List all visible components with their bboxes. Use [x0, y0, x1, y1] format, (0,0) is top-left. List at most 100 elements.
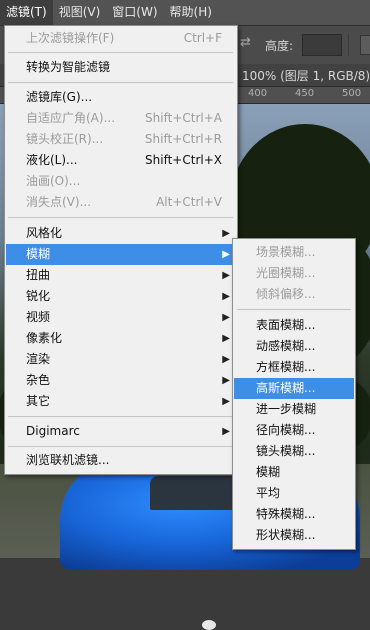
- submenu-item-field-blur: 场景模糊...: [234, 242, 354, 263]
- submenu-arrow-icon: ▶: [222, 312, 230, 323]
- submenu-arrow-icon: ▶: [222, 270, 230, 281]
- menu-item-label: 扭曲: [26, 268, 51, 282]
- menu-item-label: 进一步模糊: [256, 402, 317, 416]
- shortcut-text: Shift+Ctrl+X: [145, 153, 222, 167]
- submenu-item-tilt-shift: 倾斜偏移...: [234, 284, 354, 305]
- shortcut-text: Ctrl+F: [183, 31, 222, 45]
- menu-item-label: 特殊模糊...: [256, 507, 316, 521]
- menu-view[interactable]: 视图(V): [53, 0, 107, 25]
- menu-item-label: 渲染: [26, 352, 51, 366]
- menu-item-label: 倾斜偏移...: [256, 287, 316, 301]
- height-label: 高度:: [265, 39, 294, 53]
- menu-item-label: Digimarc: [26, 424, 80, 438]
- submenu-arrow-icon: ▶: [222, 375, 230, 386]
- shortcut-text: Shift+Ctrl+R: [144, 132, 222, 146]
- submenu-arrow-icon: ▶: [222, 426, 230, 437]
- menu-item-blur[interactable]: 模糊 ▶: [6, 244, 236, 265]
- submenu-item-motion-blur[interactable]: 动感模糊...: [234, 336, 354, 357]
- menu-divider: [8, 82, 233, 83]
- menu-item-other[interactable]: 其它 ▶: [6, 391, 236, 412]
- shortcut-text: Alt+Ctrl+V: [156, 195, 222, 209]
- submenu-item-shape-blur[interactable]: 形状模糊...: [234, 525, 354, 546]
- menu-item-label: 锐化: [26, 289, 51, 303]
- menu-item-lens-correction: 镜头校正(R)... Shift+Ctrl+R: [6, 129, 236, 150]
- menu-item-browse-online-filters[interactable]: 浏览联机滤镜...: [6, 450, 236, 471]
- menu-item-label: 自适应广角(A)...: [26, 111, 116, 125]
- shortcut-text: Shift+Ctrl+A: [145, 111, 222, 125]
- menu-item-adaptive-wide-angle: 自适应广角(A)... Shift+Ctrl+A: [6, 108, 236, 129]
- menu-item-last-filter: 上次滤镜操作(F) Ctrl+F: [6, 28, 236, 49]
- submenu-item-iris-blur: 光圈模糊...: [234, 263, 354, 284]
- menu-item-digimarc[interactable]: Digimarc ▶: [6, 421, 236, 442]
- menu-item-label: 液化(L)...: [26, 153, 78, 167]
- menu-item-label: 形状模糊...: [256, 528, 316, 542]
- menu-item-label: 镜头模糊...: [256, 444, 316, 458]
- menu-item-label: 风格化: [26, 226, 63, 240]
- menu-item-noise[interactable]: 杂色 ▶: [6, 370, 236, 391]
- options-divider: [348, 34, 349, 56]
- menu-item-label: 表面模糊...: [256, 318, 316, 332]
- menu-item-label: 转换为智能滤镜: [26, 60, 111, 74]
- menu-divider: [8, 217, 233, 218]
- submenu-item-box-blur[interactable]: 方框模糊...: [234, 357, 354, 378]
- submenu-item-average[interactable]: 平均: [234, 483, 354, 504]
- ruler-number: 400: [248, 88, 268, 99]
- menu-item-label: 方框模糊...: [256, 360, 316, 374]
- height-input[interactable]: [302, 34, 342, 56]
- submenu-arrow-icon: ▶: [222, 396, 230, 407]
- menu-item-label: 杂色: [26, 373, 51, 387]
- menu-divider: [237, 309, 351, 310]
- submenu-item-blur[interactable]: 模糊: [234, 462, 354, 483]
- menu-item-label: 径向模糊...: [256, 423, 316, 437]
- submenu-arrow-icon: ▶: [222, 228, 230, 239]
- car-logo-icon: [202, 620, 216, 630]
- menu-item-render[interactable]: 渲染 ▶: [6, 349, 236, 370]
- ruler-number: 450: [295, 88, 315, 99]
- submenu-arrow-icon: ▶: [222, 249, 230, 260]
- menu-item-label: 其它: [26, 394, 51, 408]
- menu-item-sharpen[interactable]: 锐化 ▶: [6, 286, 236, 307]
- blur-submenu: 场景模糊... 光圈模糊... 倾斜偏移... 表面模糊... 动感模糊... …: [232, 238, 356, 550]
- submenu-item-gaussian-blur[interactable]: 高斯模糊...: [234, 378, 354, 399]
- submenu-item-smart-blur[interactable]: 特殊模糊...: [234, 504, 354, 525]
- menu-item-stylize[interactable]: 风格化 ▶: [6, 223, 236, 244]
- menu-item-pixelate[interactable]: 像素化 ▶: [6, 328, 236, 349]
- menu-item-label: 油画(O)...: [26, 174, 81, 188]
- options-button[interactable]: [360, 35, 370, 55]
- menu-item-label: 像素化: [26, 331, 63, 345]
- ruler-number: 500: [342, 88, 362, 99]
- submenu-item-surface-blur[interactable]: 表面模糊...: [234, 315, 354, 336]
- swap-arrow-icon[interactable]: ⇄: [240, 35, 251, 50]
- menu-item-label: 平均: [256, 486, 281, 500]
- submenu-arrow-icon: ▶: [222, 333, 230, 344]
- submenu-arrow-icon: ▶: [222, 291, 230, 302]
- menu-item-filter-gallery[interactable]: 滤镜库(G)...: [6, 87, 236, 108]
- submenu-item-lens-blur[interactable]: 镜头模糊...: [234, 441, 354, 462]
- menu-item-label: 光圈模糊...: [256, 266, 316, 280]
- menu-item-label: 动感模糊...: [256, 339, 316, 353]
- submenu-item-blur-more[interactable]: 进一步模糊: [234, 399, 354, 420]
- menu-item-convert-smart-filter[interactable]: 转换为智能滤镜: [6, 57, 236, 78]
- menu-divider: [8, 52, 233, 53]
- menu-item-video[interactable]: 视频 ▶: [6, 307, 236, 328]
- menu-item-label: 高斯模糊...: [256, 381, 316, 395]
- menu-item-label: 模糊: [256, 465, 281, 479]
- menu-item-label: 消失点(V)...: [26, 195, 92, 209]
- menu-item-oil-paint: 油画(O)...: [6, 171, 236, 192]
- menu-item-label: 模糊: [26, 247, 51, 261]
- menu-item-liquify[interactable]: 液化(L)... Shift+Ctrl+X: [6, 150, 236, 171]
- menu-item-label: 滤镜库(G)...: [26, 90, 93, 104]
- menu-help[interactable]: 帮助(H): [164, 0, 218, 25]
- menu-divider: [8, 416, 233, 417]
- menu-divider: [8, 446, 233, 447]
- menu-item-label: 镜头校正(R)...: [26, 132, 104, 146]
- menu-item-label: 浏览联机滤镜...: [26, 453, 110, 467]
- submenu-arrow-icon: ▶: [222, 354, 230, 365]
- filter-menu: 上次滤镜操作(F) Ctrl+F 转换为智能滤镜 滤镜库(G)... 自适应广角…: [4, 25, 238, 475]
- menu-window[interactable]: 窗口(W): [106, 0, 163, 25]
- menu-item-label: 上次滤镜操作(F): [26, 31, 115, 45]
- submenu-item-radial-blur[interactable]: 径向模糊...: [234, 420, 354, 441]
- menu-filter[interactable]: 滤镜(T): [0, 0, 53, 25]
- document-tab-title: 100% (图层 1, RGB/8) *: [242, 69, 370, 83]
- menu-item-distort[interactable]: 扭曲 ▶: [6, 265, 236, 286]
